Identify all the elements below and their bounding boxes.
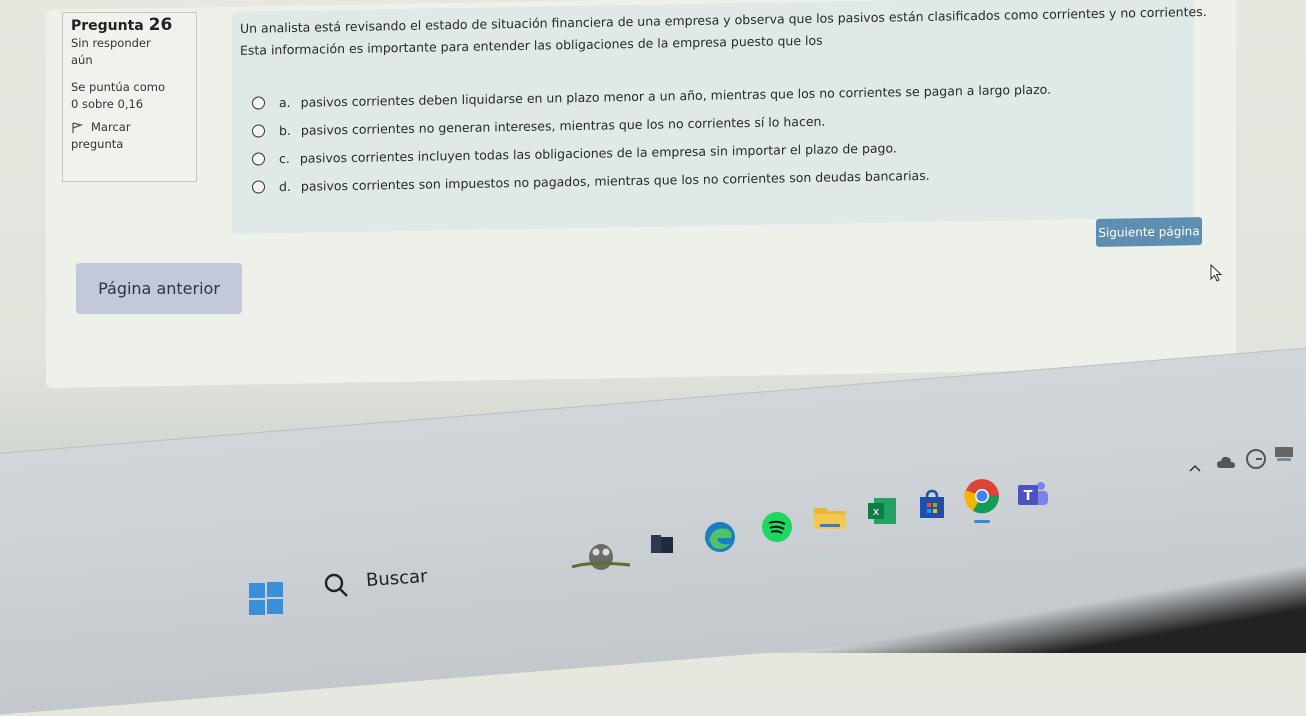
answer-option-a[interactable]: a. pasivos corrientes deben liquidarse e…: [252, 82, 1051, 111]
search-icon[interactable]: [322, 570, 352, 600]
answer-option-d[interactable]: d. pasivos corrientes son impuestos no p…: [252, 168, 930, 195]
mouse-cursor-icon: [1210, 264, 1223, 282]
windows-start-icon[interactable]: [248, 580, 284, 616]
edge-browser-icon[interactable]: [703, 520, 737, 554]
question-status-cont: aún: [71, 53, 93, 67]
flag-icon: [72, 121, 83, 133]
teams-icon[interactable]: T: [1014, 478, 1050, 510]
chevron-up-icon[interactable]: [1188, 462, 1202, 474]
radio-button[interactable]: [252, 152, 265, 166]
radio-button[interactable]: [252, 124, 265, 138]
microsoft-store-icon[interactable]: [916, 488, 948, 522]
next-page-button[interactable]: Siguiente página: [1096, 217, 1202, 247]
tray-app-icon[interactable]: [1272, 444, 1296, 464]
question-text: Un analista está revisando el estado de …: [240, 3, 1207, 58]
taskbar-search-box[interactable]: Buscar: [365, 566, 428, 591]
question-score-value: 0 sobre 0,16: [71, 97, 144, 111]
question-content: Un analista está revisando el estado de …: [232, 0, 1207, 235]
question-score: Se puntúa como: [71, 80, 166, 94]
radio-button[interactable]: [252, 180, 265, 194]
flag-question-link[interactable]: Marcar: [71, 119, 188, 136]
file-explorer-icon[interactable]: [812, 502, 848, 532]
cloud-sync-icon[interactable]: [1216, 454, 1236, 472]
question-status: Sin responder: [71, 36, 151, 50]
flag-question-link-cont[interactable]: pregunta: [71, 136, 188, 153]
previous-page-button[interactable]: Página anterior: [76, 263, 242, 314]
owl-widget-icon[interactable]: [570, 537, 632, 573]
excel-icon[interactable]: x: [866, 495, 898, 527]
answer-option-c[interactable]: c. pasivos corrientes incluyen todas las…: [252, 140, 897, 166]
grammarly-icon[interactable]: [1244, 448, 1268, 470]
task-view-icon[interactable]: [648, 530, 676, 558]
answer-option-b[interactable]: b. pasivos corrientes no generan interes…: [252, 114, 825, 139]
question-number: Pregunta 26: [71, 15, 173, 35]
chrome-icon[interactable]: [962, 476, 1002, 526]
spotify-icon[interactable]: [760, 510, 794, 544]
radio-button[interactable]: [252, 96, 265, 110]
question-info-panel: Pregunta 26 Sin responder aún Se puntúa …: [62, 12, 197, 182]
svg-text:T: T: [1024, 489, 1033, 504]
svg-text:x: x: [873, 505, 880, 518]
